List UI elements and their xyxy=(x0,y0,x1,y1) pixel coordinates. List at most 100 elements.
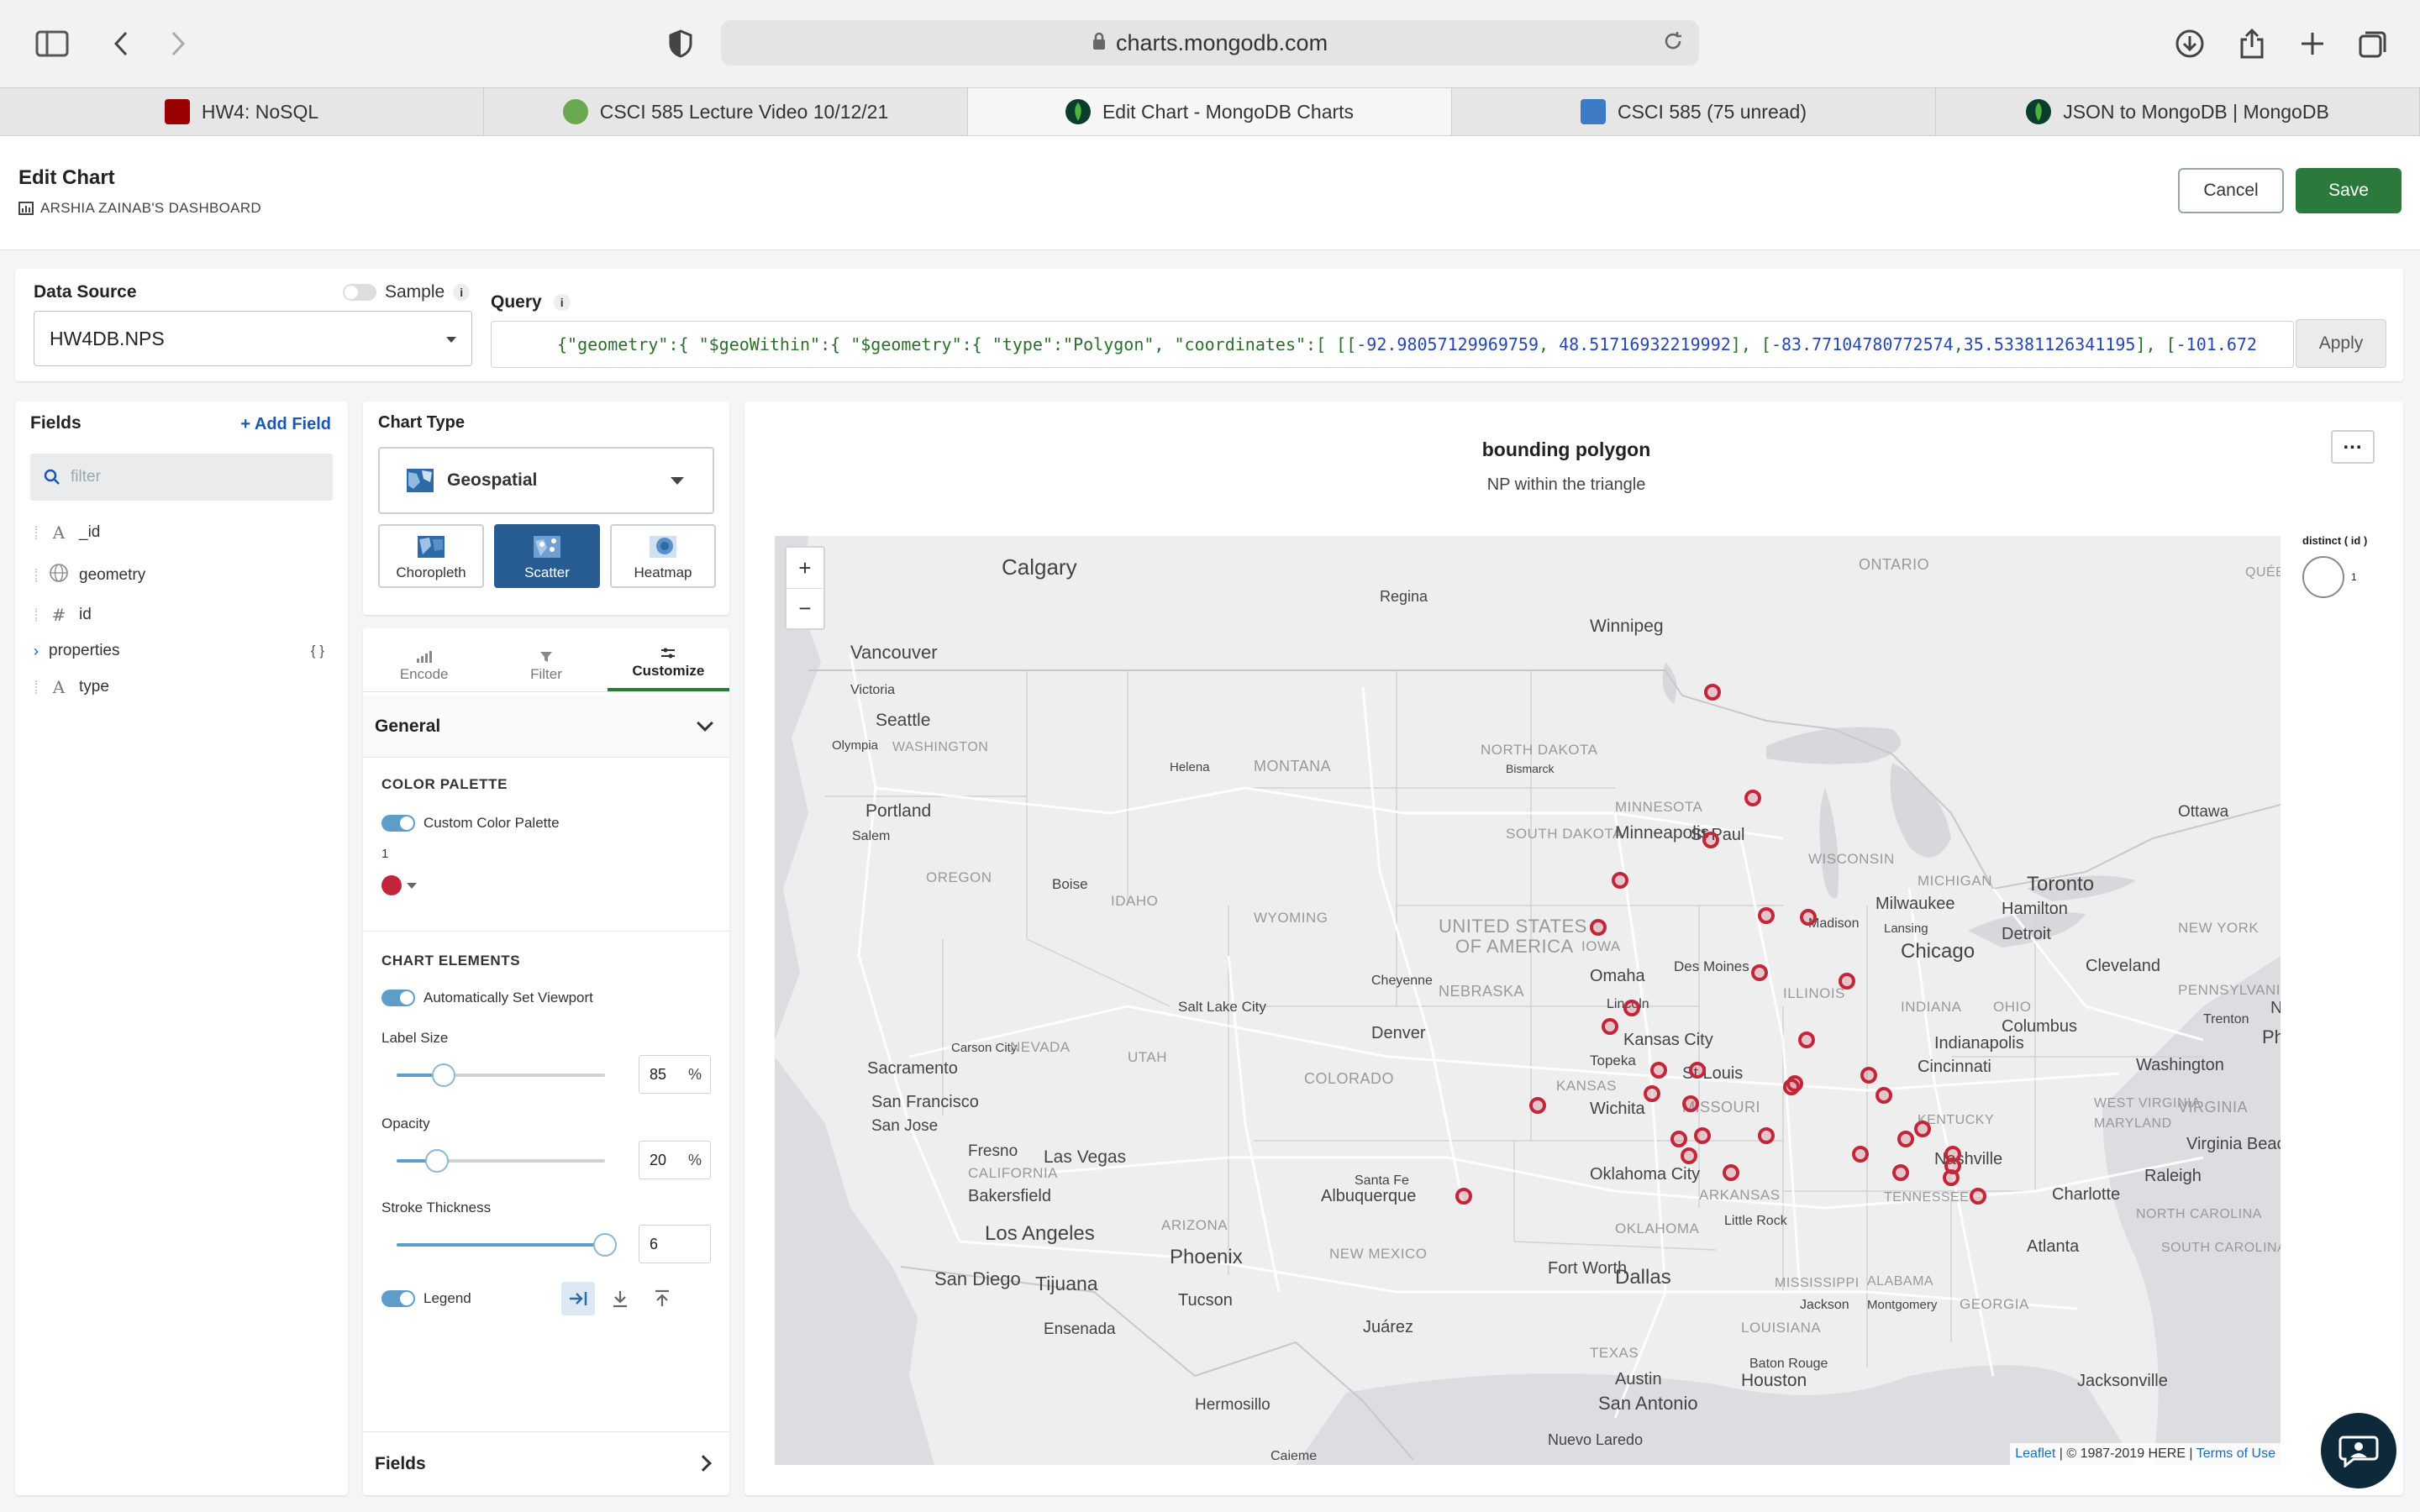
cancel-button[interactable]: Cancel xyxy=(2178,168,2284,213)
scatter-point[interactable] xyxy=(1892,1164,1909,1181)
subtype-heatmap[interactable]: Heatmap xyxy=(610,524,716,588)
fields-filter-input[interactable]: filter xyxy=(30,454,333,501)
sample-switch[interactable] xyxy=(343,284,376,301)
leaflet-link[interactable]: Leaflet xyxy=(2015,1446,2055,1461)
scatter-point[interactable] xyxy=(1786,1075,1803,1092)
scatter-point[interactable] xyxy=(1644,1085,1660,1102)
map-canvas[interactable]: Calgary Regina Winnipeg ONTARIO QUÉBE Vancouv… xyxy=(775,536,2281,1465)
scatter-point[interactable] xyxy=(1623,1000,1640,1016)
chart-type-select[interactable]: Geospatial xyxy=(378,447,714,514)
scatter-point[interactable] xyxy=(1702,832,1719,848)
scatter-point[interactable] xyxy=(1590,919,1607,936)
stroke-thickness-slider[interactable] xyxy=(397,1233,617,1257)
scatter-point[interactable] xyxy=(1852,1146,1869,1163)
scatter-point[interactable] xyxy=(1860,1067,1877,1084)
scatter-point[interactable] xyxy=(1455,1188,1472,1205)
scatter-point[interactable] xyxy=(1876,1087,1892,1104)
download-icon[interactable] xyxy=(2171,25,2208,62)
scatter-point[interactable] xyxy=(1682,1095,1699,1112)
terms-link[interactable]: Terms of Use xyxy=(2196,1446,2275,1461)
tab-json-mongodb[interactable]: JSON to MongoDB | MongoDB xyxy=(1936,88,2420,135)
scatter-point[interactable] xyxy=(1798,1032,1815,1048)
more-options-button[interactable]: ... xyxy=(2331,430,2375,464)
data-source-select[interactable]: HW4DB.NPS xyxy=(34,311,472,366)
forward-icon[interactable] xyxy=(160,25,197,62)
opacity-slider[interactable] xyxy=(397,1149,605,1173)
back-icon[interactable] xyxy=(103,25,139,62)
share-icon[interactable] xyxy=(2233,25,2270,62)
legend-position-right-icon[interactable] xyxy=(561,1282,595,1315)
opacity-input[interactable]: 20 % xyxy=(639,1141,711,1179)
scatter-point[interactable] xyxy=(1970,1188,1986,1205)
shield-icon[interactable] xyxy=(662,25,699,62)
scatter-point[interactable] xyxy=(1758,1127,1775,1144)
add-field-button[interactable]: + Add Field xyxy=(240,415,331,434)
tab-hw4[interactable]: HW4: NoSQL xyxy=(0,88,484,135)
sample-toggle[interactable]: Sample i xyxy=(343,282,471,302)
scatter-point[interactable] xyxy=(1943,1169,1960,1186)
tab-overview-icon[interactable] xyxy=(2354,25,2391,62)
chevron-down-icon[interactable] xyxy=(407,882,417,889)
scatter-point[interactable] xyxy=(1800,909,1817,926)
drag-handle-icon[interactable] xyxy=(35,568,39,582)
info-icon[interactable]: i xyxy=(553,294,571,311)
scatter-point[interactable] xyxy=(1704,684,1721,701)
query-input[interactable]: {"geometry":{ "$geoWithin":{ "$geometry"… xyxy=(491,321,2294,368)
tab-piazza[interactable]: CSCI 585 (75 unread) xyxy=(1452,88,1936,135)
scatter-point[interactable] xyxy=(1670,1131,1687,1147)
field-item-id-number[interactable]: # id xyxy=(35,605,92,625)
scatter-point[interactable] xyxy=(1839,973,1855,990)
slider-thumb[interactable] xyxy=(425,1149,449,1173)
field-item-properties[interactable]: › properties { } xyxy=(34,642,333,660)
drag-handle-icon[interactable] xyxy=(35,526,39,539)
general-section-header[interactable]: General xyxy=(363,696,729,758)
scatter-point[interactable] xyxy=(1689,1062,1706,1079)
info-icon[interactable]: i xyxy=(453,284,471,301)
apply-button[interactable]: Apply xyxy=(2296,319,2386,368)
new-tab-icon[interactable] xyxy=(2294,25,2331,62)
slider-thumb[interactable] xyxy=(432,1063,455,1087)
address-bar[interactable]: charts.mongodb.com xyxy=(721,20,1699,66)
zoom-out-button[interactable]: − xyxy=(786,588,823,628)
label-size-slider[interactable] xyxy=(397,1063,605,1087)
scatter-point[interactable] xyxy=(1758,907,1775,924)
toggle-switch[interactable] xyxy=(381,1290,415,1307)
fields-section-footer[interactable]: Fields xyxy=(363,1431,729,1495)
palette-color-picker[interactable] xyxy=(381,875,417,895)
tab-filter[interactable]: Filter xyxy=(485,628,607,691)
scatter-point[interactable] xyxy=(1897,1131,1914,1147)
legend-toggle[interactable]: Legend xyxy=(381,1290,471,1307)
zoom-in-button[interactable]: + xyxy=(786,548,823,588)
label-size-input[interactable]: 85 % xyxy=(639,1055,711,1094)
stroke-thickness-input[interactable]: 6 xyxy=(639,1225,711,1263)
drag-handle-icon[interactable] xyxy=(35,680,39,694)
save-button[interactable]: Save xyxy=(2296,168,2402,213)
drag-handle-icon[interactable] xyxy=(35,608,39,622)
field-item-geometry[interactable]: geometry xyxy=(35,563,145,587)
scatter-point[interactable] xyxy=(1744,790,1761,806)
color-swatch[interactable] xyxy=(381,875,402,895)
scatter-point[interactable] xyxy=(1694,1127,1711,1144)
tab-lecture-video[interactable]: CSCI 585 Lecture Video 10/12/21 xyxy=(484,88,968,135)
slider-thumb[interactable] xyxy=(593,1233,617,1257)
auto-viewport-toggle[interactable]: Automatically Set Viewport xyxy=(381,990,593,1006)
subtype-choropleth[interactable]: Choropleth xyxy=(378,524,484,588)
scatter-point[interactable] xyxy=(1751,964,1768,981)
tab-encode[interactable]: Encode xyxy=(363,628,485,691)
legend-position-top-icon[interactable] xyxy=(645,1282,679,1315)
field-item-type[interactable]: A type xyxy=(35,677,109,697)
scatter-point[interactable] xyxy=(1914,1121,1931,1137)
reload-icon[interactable] xyxy=(1662,30,1684,58)
tab-edit-chart[interactable]: Edit Chart - MongoDB Charts xyxy=(968,88,1452,135)
subtype-scatter[interactable]: Scatter xyxy=(494,524,600,588)
scatter-point[interactable] xyxy=(1723,1164,1739,1181)
toggle-switch[interactable] xyxy=(381,990,415,1006)
scatter-point[interactable] xyxy=(1650,1062,1667,1079)
chat-support-button[interactable] xyxy=(2321,1413,2396,1488)
toggle-switch[interactable] xyxy=(381,815,415,832)
chevron-right-icon[interactable]: › xyxy=(34,643,39,660)
sidebar-toggle-icon[interactable] xyxy=(34,25,71,62)
scatter-point[interactable] xyxy=(1602,1018,1618,1035)
custom-palette-toggle[interactable]: Custom Color Palette xyxy=(381,815,560,832)
legend-position-bottom-icon[interactable] xyxy=(603,1282,637,1315)
